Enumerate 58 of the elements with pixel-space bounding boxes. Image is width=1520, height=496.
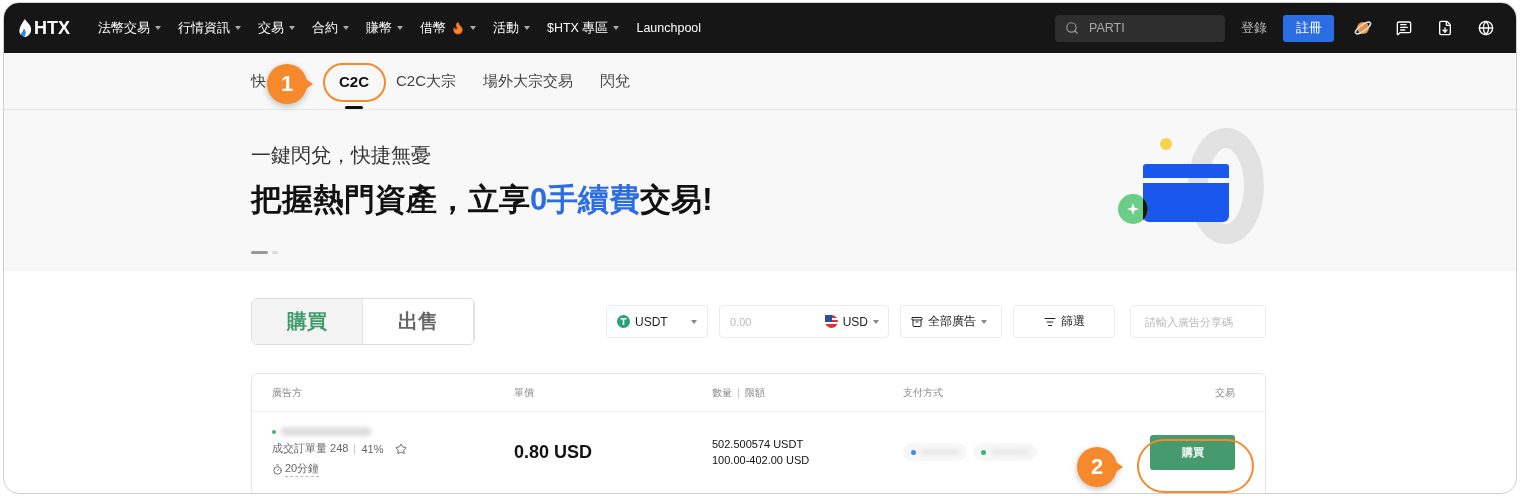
filter-button[interactable]: 篩選 <box>1013 305 1115 338</box>
nav-item[interactable]: 賺幣 <box>366 19 403 37</box>
caret-icon <box>524 26 530 30</box>
payment-time: 20分鐘 <box>285 461 320 477</box>
tab[interactable]: 場外大宗交易 <box>483 53 574 109</box>
ads-select[interactable]: 全部廣告 <box>900 305 1002 338</box>
banner-subtitle: 一鍵閃兌，快捷無憂 <box>251 143 432 168</box>
nav-item[interactable]: 行情資訊 <box>178 19 241 37</box>
nav-item[interactable]: 借幣 <box>420 19 476 37</box>
caret-icon <box>235 26 241 30</box>
column-header: 限額 <box>745 385 765 400</box>
caret-icon <box>470 26 476 30</box>
column-header: 支付方式 <box>903 385 944 400</box>
caret-icon <box>873 319 879 324</box>
nav-item[interactable]: 法幣交易 <box>98 19 161 37</box>
flame-icon <box>451 21 465 35</box>
register-button[interactable]: 註冊 <box>1283 14 1334 42</box>
quantity: 502.500574 USDT <box>712 438 805 450</box>
column-header: 廣告方 <box>272 385 303 400</box>
column-header: 數量 <box>712 385 732 400</box>
timer-icon <box>272 463 283 475</box>
nav-item[interactable]: Launchpool <box>636 21 702 35</box>
tab[interactable]: C2C大宗 <box>396 53 457 109</box>
caret-icon <box>397 26 403 30</box>
limits: 100.00-402.00 USD <box>712 454 811 466</box>
nav-item[interactable]: $HTX 專區 <box>547 19 620 37</box>
caret-icon <box>343 26 349 30</box>
badge-pointer <box>1116 462 1123 472</box>
caret-icon <box>981 319 987 324</box>
caret-icon <box>289 26 295 30</box>
login-link[interactable]: 登錄 <box>1241 19 1267 37</box>
caret-icon <box>613 26 620 30</box>
coin-icon <box>617 315 630 328</box>
highlight-outline <box>323 63 386 102</box>
coin-select[interactable]: USDT <box>606 305 708 338</box>
caret-icon <box>691 319 697 324</box>
currency-select[interactable]: USD <box>824 305 879 338</box>
unit-price: 0.80 USD <box>514 441 594 463</box>
nav-item[interactable]: 活動 <box>493 19 530 37</box>
archive-icon <box>911 315 923 328</box>
search-field[interactable]: PARTI <box>1055 14 1225 42</box>
caret-icon <box>155 26 161 30</box>
filter-icon <box>1043 315 1056 328</box>
tab[interactable]: 閃兌 <box>600 53 631 109</box>
nav-item[interactable]: 合約 <box>312 19 349 37</box>
column-header: 單價 <box>514 385 535 400</box>
completion-rate: 41% <box>361 442 384 455</box>
star-icon[interactable] <box>395 442 408 455</box>
nav-item[interactable]: 交易 <box>258 19 295 37</box>
tab[interactable]: C2C <box>339 53 369 109</box>
search-icon <box>1065 21 1079 35</box>
badge-pointer <box>306 79 313 89</box>
share-code-field[interactable]: 請輸入廣告分享碼 <box>1130 305 1266 338</box>
logo[interactable]: HTX <box>18 17 70 39</box>
banner-headline: 把握熱門資產，立享0手續費交易! <box>251 181 713 219</box>
column-header: 交易 <box>1215 385 1235 400</box>
order-count: 成交訂單量 248 <box>272 441 349 456</box>
tab[interactable]: 快 <box>251 53 266 109</box>
